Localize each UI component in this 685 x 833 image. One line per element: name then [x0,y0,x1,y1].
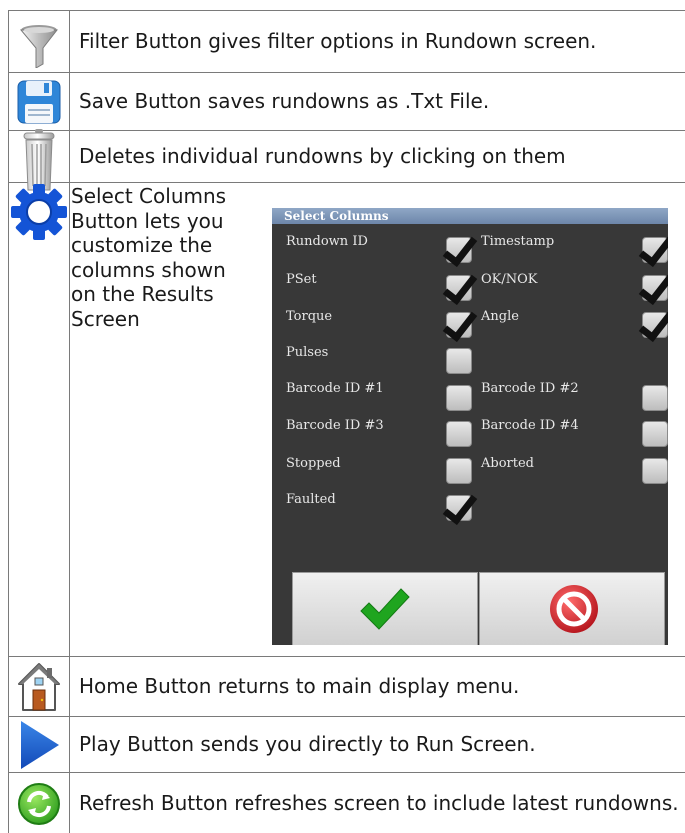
barcode-id-1-checkbox[interactable] [446,385,472,411]
ok-button[interactable] [292,572,478,645]
column-label: Faulted [286,492,336,507]
home-row: Home Button returns to main display menu… [8,656,685,716]
select-columns-description: Select Columns Button lets you customize… [71,184,227,331]
ok-nok-checkbox[interactable] [642,275,668,301]
refresh-row: Refresh Button refreshes screen to inclu… [8,772,685,833]
timestamp-checkbox[interactable] [642,237,668,263]
pset-checkbox[interactable] [446,275,472,301]
filter-row: Filter Button gives filter options in Ru… [8,10,685,72]
column-label: Timestamp [481,234,555,249]
barcode-id-3-checkbox[interactable] [446,421,472,447]
row-divider [8,182,685,183]
play-row: Play Button sends you directly to Run Sc… [8,716,685,772]
column-label: Stopped [286,456,341,471]
delete-description: Deletes individual rundowns by clicking … [79,144,566,168]
play-description: Play Button sends you directly to Run Sc… [79,732,536,756]
red-no-entry-icon [550,585,598,633]
column-label: Barcode ID #3 [286,418,384,433]
column-label: Aborted [481,456,534,471]
pulses-checkbox[interactable] [446,348,472,374]
column-label: Rundown ID [286,234,368,249]
column-label: Angle [481,309,519,324]
column-label: PSet [286,272,317,287]
save-description: Save Button saves rundowns as .Txt File. [79,89,490,113]
save-row: Save Button saves rundowns as .Txt File. [8,72,685,130]
barcode-id-4-checkbox[interactable] [642,421,668,447]
faulted-checkbox[interactable] [446,495,472,521]
aborted-checkbox[interactable] [642,458,668,484]
filter-description: Filter Button gives filter options in Ru… [79,29,597,53]
gear-icon [8,182,69,242]
select-columns-dialog: Select Columns Rundown ID Timestamp PSet… [272,208,668,645]
floppy-disk-icon [8,80,69,124]
green-checkmark-icon [360,588,410,630]
column-label: Barcode ID #2 [481,381,579,396]
torque-checkbox[interactable] [446,312,472,338]
barcode-id-2-checkbox[interactable] [642,385,668,411]
column-label: Torque [286,309,333,324]
delete-row: Deletes individual rundowns by clicking … [8,129,685,191]
home-description: Home Button returns to main display menu… [79,674,520,698]
rundown-id-checkbox[interactable] [446,237,472,263]
stopped-checkbox[interactable] [446,458,472,484]
home-icon [8,662,69,712]
angle-checkbox[interactable] [642,312,668,338]
column-label: Barcode ID #1 [286,381,384,396]
dialog-title: Select Columns [272,208,668,224]
column-label: Pulses [286,345,329,360]
column-label: OK/NOK [481,272,538,287]
refresh-description: Refresh Button refreshes screen to inclu… [79,790,679,815]
column-label: Barcode ID #4 [481,418,579,433]
filter-funnel-icon [8,24,69,68]
cancel-button[interactable] [479,572,665,645]
refresh-icon [8,782,69,826]
play-icon [8,719,69,771]
